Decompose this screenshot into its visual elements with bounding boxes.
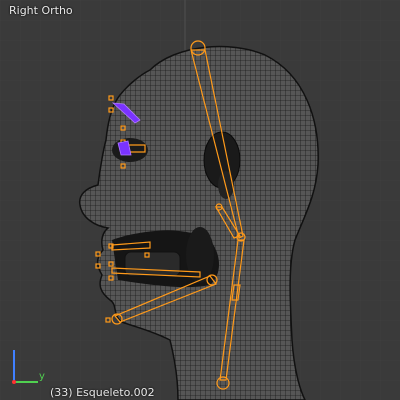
view-name-label: Right Ortho [9, 4, 73, 17]
y-axis-label: y [39, 371, 45, 382]
viewport-canvas[interactable] [0, 0, 400, 400]
origin-dot [12, 380, 16, 384]
axis-gizmo: y [12, 350, 45, 384]
3d-viewport[interactable]: Right Ortho y (33) Esqueleto.002 [0, 0, 400, 400]
active-object-info: (33) Esqueleto.002 [50, 386, 155, 399]
tongue-mesh [124, 251, 181, 277]
